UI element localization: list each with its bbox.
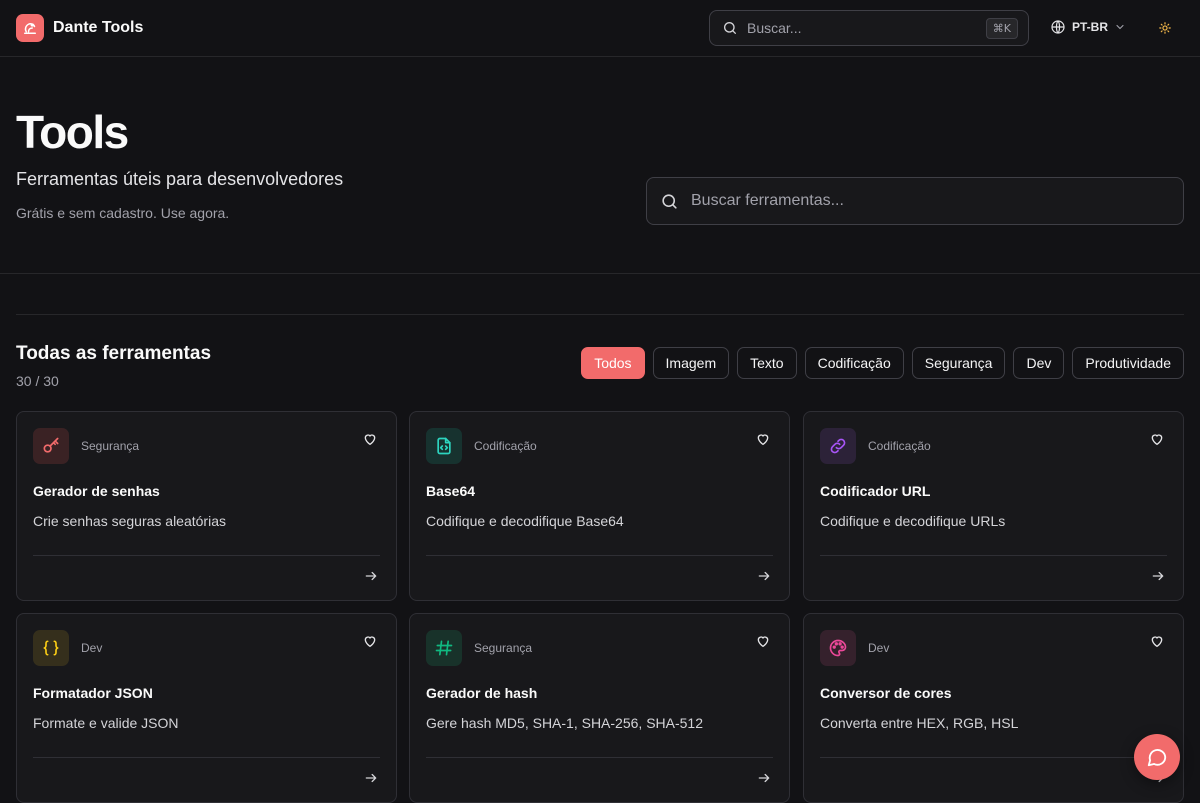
- card-divider: [426, 555, 773, 556]
- arrow-right-icon[interactable]: [1151, 569, 1165, 583]
- tool-card-url-encoder[interactable]: Codificação Codificador URL Codifique e …: [803, 411, 1184, 601]
- tool-card-json-formatter[interactable]: Dev Formatador JSON Formate e valide JSO…: [16, 613, 397, 803]
- tool-card-color-converter[interactable]: Dev Conversor de cores Converta entre HE…: [803, 613, 1184, 803]
- hash-icon: [426, 630, 462, 666]
- palette-icon: [820, 630, 856, 666]
- key-icon: [33, 428, 69, 464]
- tools-search-input[interactable]: Buscar ferramentas...: [646, 177, 1184, 225]
- arrow-right-icon[interactable]: [757, 569, 771, 583]
- heart-icon[interactable]: [755, 633, 771, 649]
- heart-icon[interactable]: [755, 431, 771, 447]
- tool-name: Conversor de cores: [820, 685, 952, 701]
- header-search-placeholder: Buscar...: [747, 20, 802, 36]
- tool-card-base64[interactable]: Codificação Base64 Codifique e decodifiq…: [409, 411, 790, 601]
- file-code-icon: [426, 428, 462, 464]
- tool-description: Converta entre HEX, RGB, HSL: [820, 715, 1019, 731]
- header-search-input[interactable]: Buscar... ⌘K: [709, 10, 1029, 46]
- tools-count: 30 / 30: [16, 373, 59, 389]
- chevron-down-icon: [1116, 24, 1124, 30]
- card-divider: [33, 757, 380, 758]
- tool-name: Gerador de hash: [426, 685, 538, 701]
- tool-card-hash-generator[interactable]: Segurança Gerador de hash Gere hash MD5,…: [409, 613, 790, 803]
- heart-icon[interactable]: [362, 431, 378, 447]
- heart-icon[interactable]: [362, 633, 378, 649]
- page-title: Tools: [16, 106, 129, 158]
- chat-button[interactable]: [1134, 734, 1180, 780]
- section-divider: [16, 314, 1184, 315]
- brand-name: Dante Tools: [53, 19, 144, 36]
- tool-description: Crie senhas seguras aleatórias: [33, 513, 226, 529]
- arrow-right-icon[interactable]: [364, 771, 378, 785]
- link-icon: [820, 428, 856, 464]
- tool-name: Formatador JSON: [33, 685, 153, 701]
- arrow-right-icon[interactable]: [757, 771, 771, 785]
- braces-icon: [33, 630, 69, 666]
- filter-imagem[interactable]: Imagem: [652, 347, 730, 379]
- tool-category: Codificação: [474, 439, 537, 453]
- heart-icon[interactable]: [1149, 633, 1165, 649]
- brand[interactable]: Dante Tools: [16, 14, 143, 42]
- tool-category: Dev: [81, 641, 103, 655]
- tool-card-password-generator[interactable]: Segurança Gerador de senhas Crie senhas …: [16, 411, 397, 601]
- card-divider: [820, 555, 1167, 556]
- filter-dev[interactable]: Dev: [1013, 347, 1065, 379]
- tool-category: Dev: [868, 641, 890, 655]
- page-note: Grátis e sem cadastro. Use agora.: [16, 205, 230, 221]
- tool-name: Codificador URL: [820, 483, 931, 499]
- tool-name: Base64: [426, 483, 476, 499]
- card-divider: [820, 757, 1167, 758]
- category-filters: Todos Imagem Texto Codificação Segurança…: [581, 347, 1184, 379]
- tool-description: Codifique e decodifique Base64: [426, 513, 624, 529]
- hero-section: Tools Ferramentas úteis para desenvolved…: [0, 57, 1200, 274]
- sun-icon: [1159, 22, 1171, 34]
- language-label: PT-BR: [1072, 20, 1108, 34]
- filter-todos[interactable]: Todos: [581, 347, 645, 379]
- search-icon: [662, 193, 677, 209]
- filter-seguranca[interactable]: Segurança: [911, 347, 1006, 379]
- tool-description: Codifique e decodifique URLs: [820, 513, 1006, 529]
- tool-name: Gerador de senhas: [33, 483, 160, 499]
- brand-logo-icon: [16, 14, 44, 42]
- card-divider: [33, 555, 380, 556]
- heart-icon[interactable]: [1149, 431, 1165, 447]
- search-shortcut-badge: ⌘K: [985, 17, 1018, 39]
- chat-bubble-icon: [1147, 749, 1167, 767]
- tool-category: Segurança: [474, 641, 533, 655]
- filter-produtividade[interactable]: Produtividade: [1072, 347, 1184, 379]
- tool-description: Formate e valide JSON: [33, 715, 179, 731]
- tool-description: Gere hash MD5, SHA-1, SHA-256, SHA-512: [426, 715, 704, 731]
- card-divider: [426, 757, 773, 758]
- tool-category: Codificação: [868, 439, 931, 453]
- tool-category: Segurança: [81, 439, 140, 453]
- language-selector[interactable]: PT-BR: [1050, 19, 1126, 35]
- theme-toggle-button[interactable]: [1158, 21, 1172, 40]
- filter-texto[interactable]: Texto: [737, 347, 797, 379]
- section-title: Todas as ferramentas: [16, 343, 212, 364]
- top-navbar: Dante Tools Buscar... ⌘K PT-BR: [0, 0, 1200, 57]
- filter-codificacao[interactable]: Codificação: [804, 347, 904, 379]
- tools-search-placeholder: Buscar ferramentas...: [691, 192, 844, 209]
- globe-icon: [1051, 20, 1065, 34]
- page-subtitle: Ferramentas úteis para desenvolvedores: [16, 169, 344, 189]
- search-icon: [724, 22, 736, 34]
- arrow-right-icon[interactable]: [364, 569, 378, 583]
